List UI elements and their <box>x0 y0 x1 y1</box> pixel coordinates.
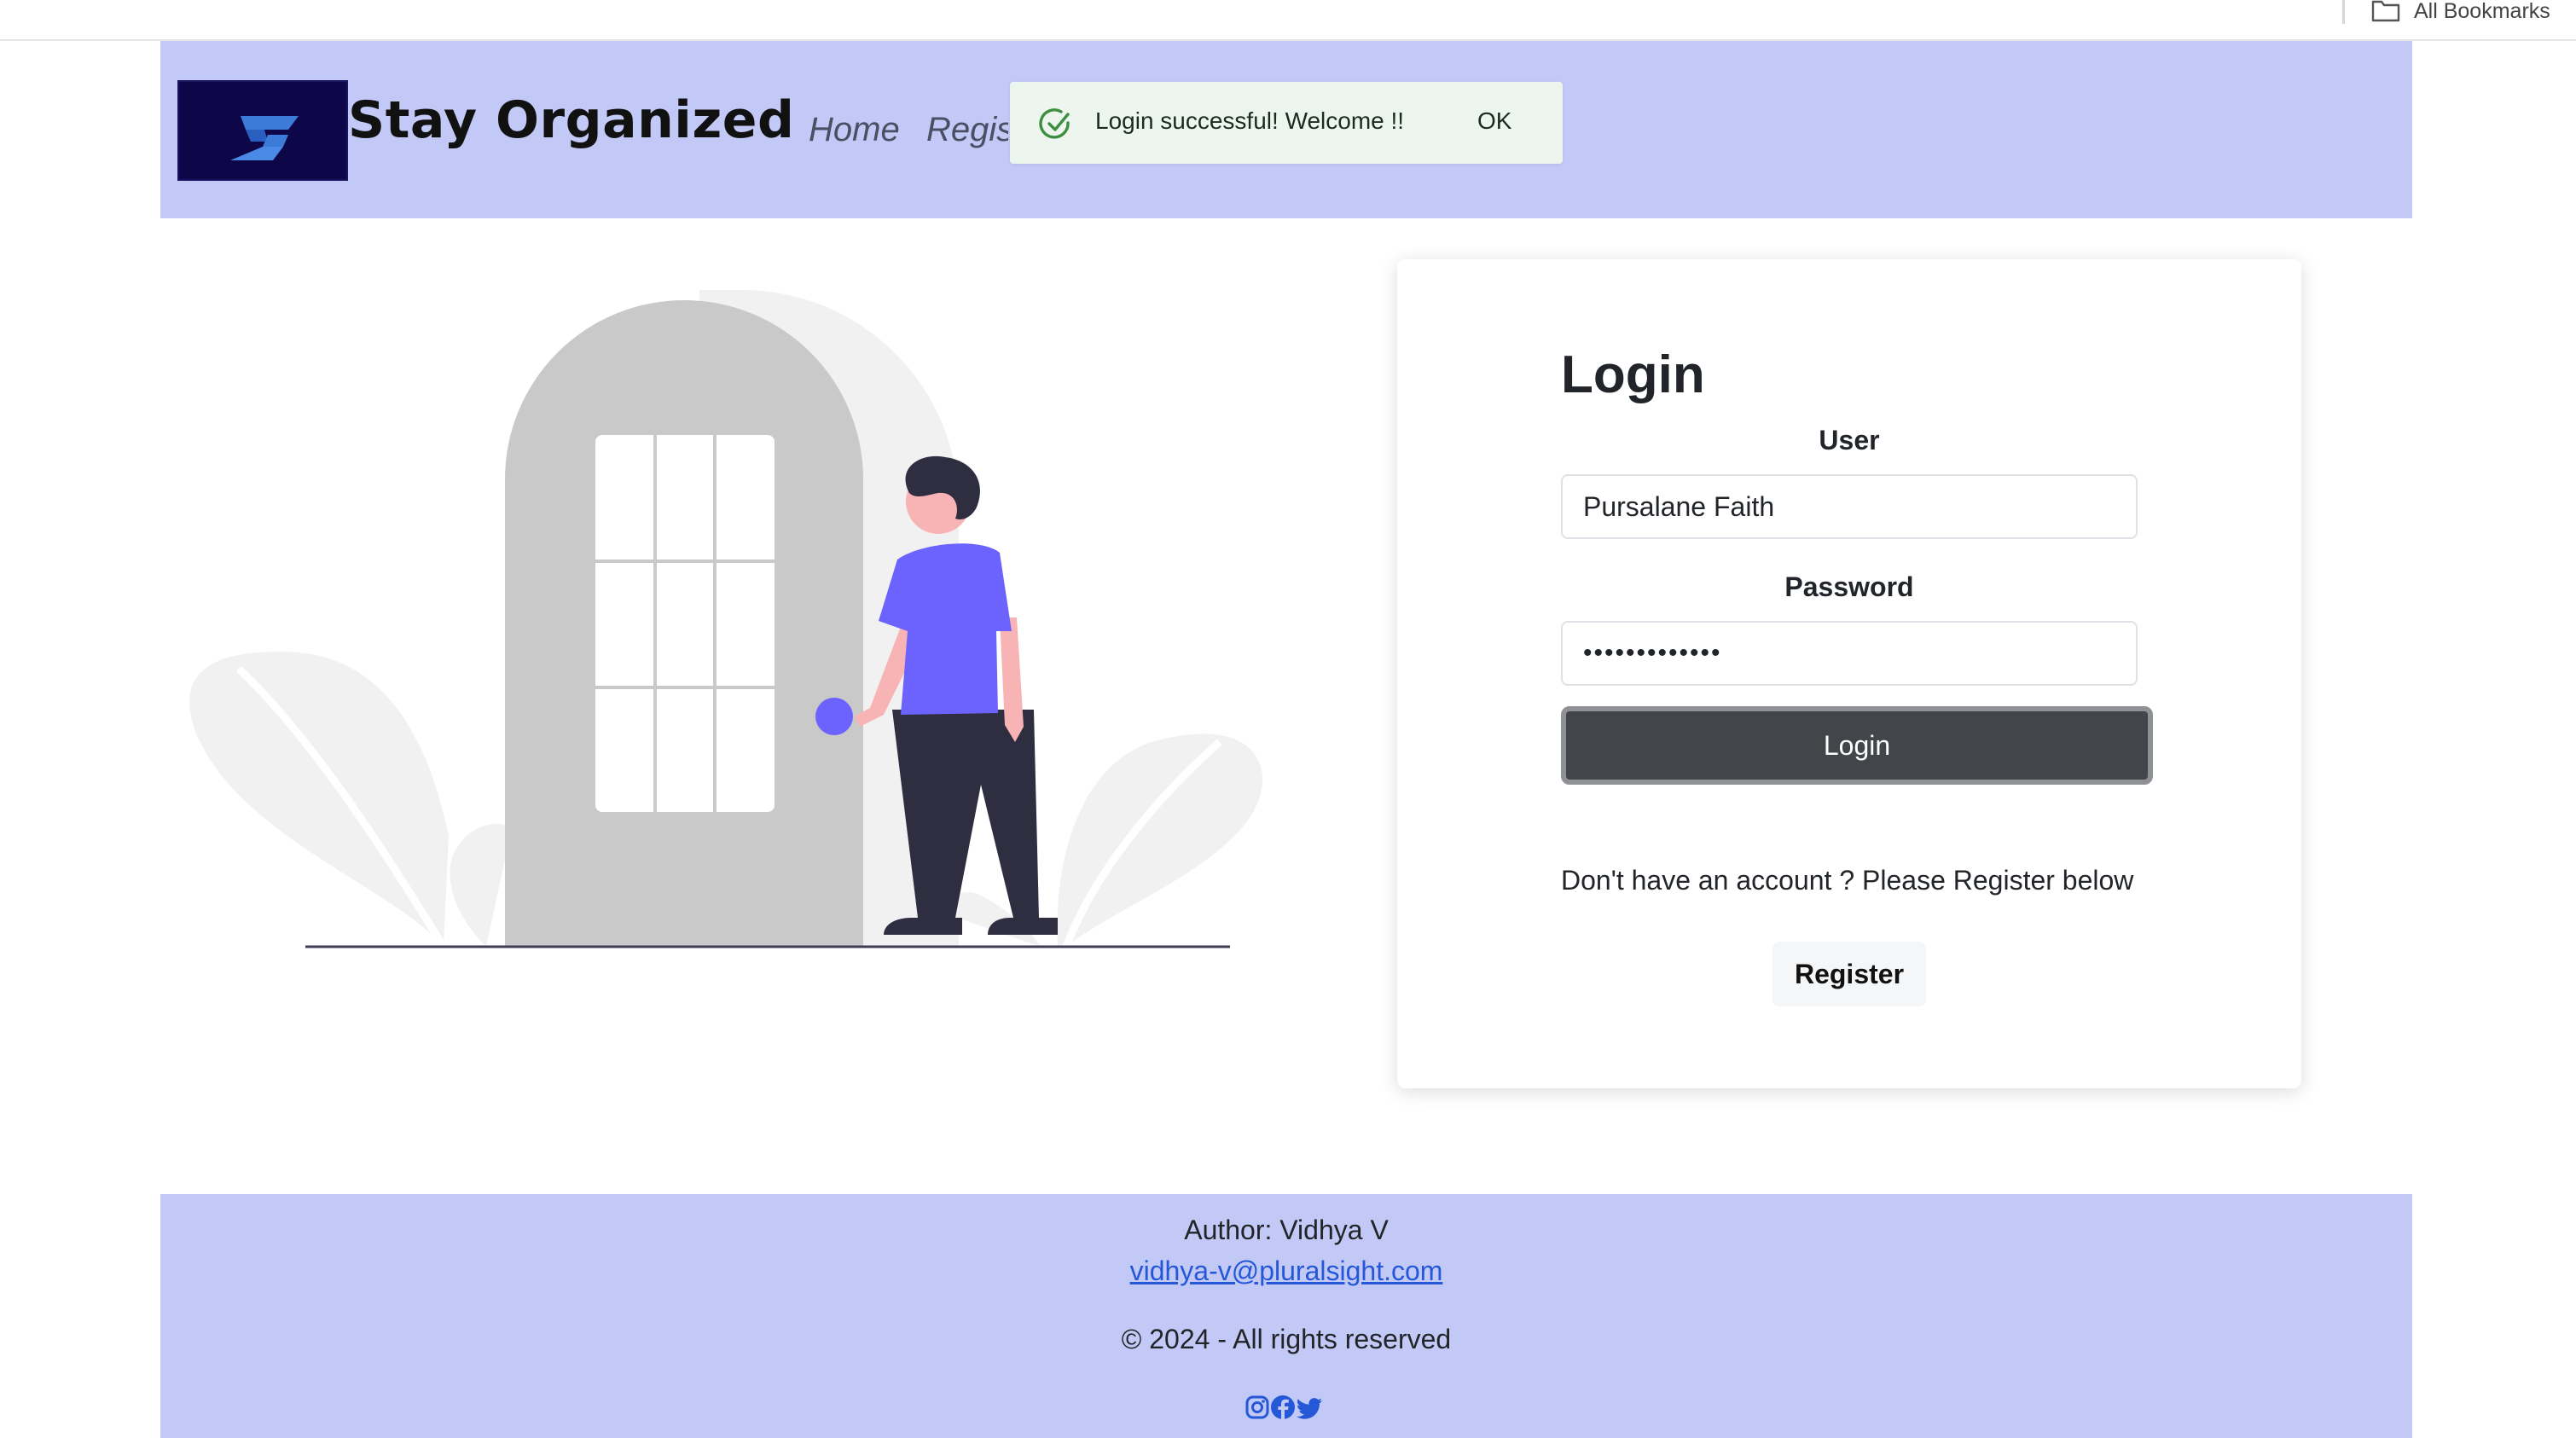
logo-icon <box>230 116 299 160</box>
check-circle-icon <box>1039 108 1070 139</box>
register-prompt: Don't have an account ? Please Register … <box>1561 865 2134 896</box>
footer-author: Author: Vidhya V <box>1184 1215 1389 1245</box>
register-button[interactable]: Register <box>1772 942 1926 1006</box>
twitter-icon[interactable] <box>1297 1394 1324 1421</box>
folder-icon[interactable] <box>2371 0 2400 22</box>
social-links <box>1244 1394 1329 1424</box>
login-title: Login <box>1561 345 1705 404</box>
nav-register-link[interactable]: Register <box>926 111 1008 149</box>
instagram-icon[interactable] <box>1244 1394 1271 1421</box>
logo[interactable] <box>177 80 348 181</box>
login-card: Login User Password Login Don't have an … <box>1397 259 2301 1088</box>
login-success-toast: Login successful! Welcome !! OK <box>1010 82 1563 164</box>
user-input[interactable] <box>1561 474 2138 539</box>
facebook-icon[interactable] <box>1269 1394 1297 1421</box>
bookmarks-bar: All Bookmarks <box>0 0 2576 41</box>
password-input[interactable] <box>1561 621 2138 686</box>
bookmarks-divider <box>2342 0 2345 24</box>
user-label: User <box>1819 425 1880 455</box>
site-footer: Author: Vidhya V vidhya-v@pluralsight.co… <box>160 1194 2412 1438</box>
nav-home-link[interactable]: Home <box>809 111 900 149</box>
login-button[interactable]: Login <box>1561 706 2153 785</box>
door-illustration <box>189 290 1263 949</box>
toast-message: Login successful! Welcome !! <box>1095 107 1405 134</box>
brand-title: Stay Organized <box>348 90 795 150</box>
footer-email-link[interactable]: vidhya-v@pluralsight.com <box>160 1255 2412 1287</box>
footer-copyright: © 2024 - All rights reserved <box>1121 1324 1452 1354</box>
toast-ok-button[interactable]: OK <box>1477 107 1511 135</box>
all-bookmarks-link[interactable]: All Bookmarks <box>2414 0 2550 22</box>
password-label: Password <box>1784 571 1914 602</box>
